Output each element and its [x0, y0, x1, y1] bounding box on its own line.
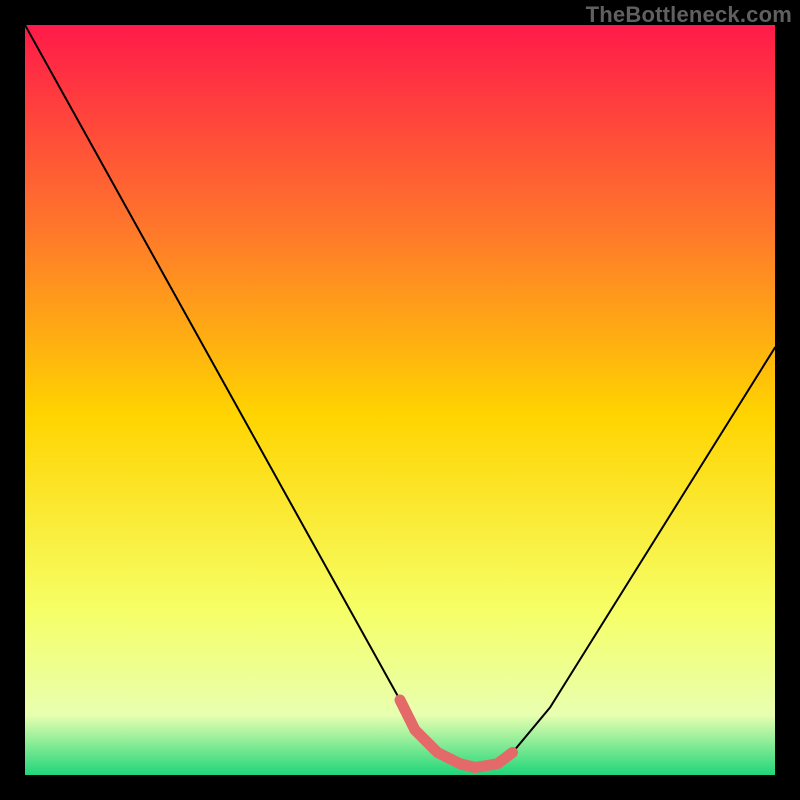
gradient-background — [25, 25, 775, 775]
chart-stage: TheBottleneck.com — [0, 0, 800, 800]
plot-area — [25, 25, 775, 775]
bottleneck-chart — [25, 25, 775, 775]
